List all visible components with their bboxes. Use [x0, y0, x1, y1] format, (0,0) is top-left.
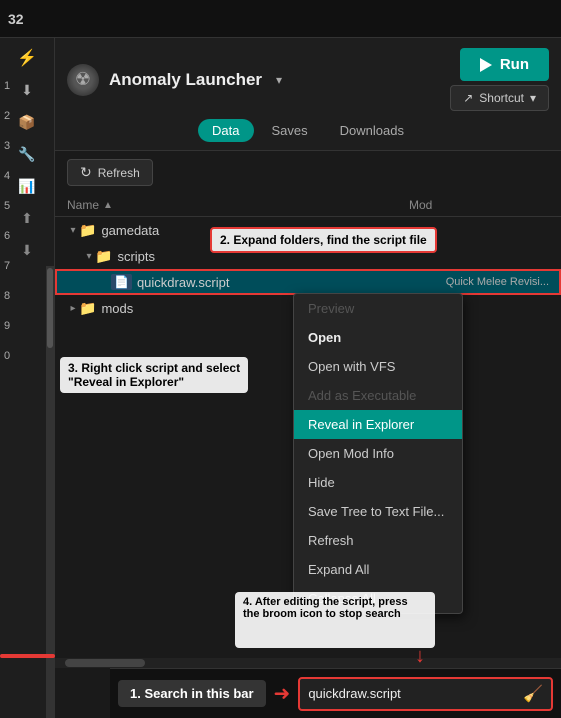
bottom-bar: 1. Search in this bar ➜ quickdraw.script… — [110, 668, 561, 718]
run-button[interactable]: Run — [460, 48, 549, 81]
header-area: ☢ Anomaly Launcher ▾ Run ↗ Shortcut ▾ — [55, 38, 561, 151]
mods-folder-icon: 📁 — [79, 300, 96, 317]
scripts-toggle[interactable]: ▾ — [83, 251, 95, 262]
ctx-open-vfs[interactable]: Open with VFS — [294, 352, 462, 381]
file-tree: ▾ 📁 gamedata ▾ 📁 scripts 📄 quickdraw.scr… — [55, 217, 561, 718]
search-label: 1. Search in this bar — [118, 680, 266, 707]
search-arrow-icon: ➜ — [274, 681, 291, 706]
search-input-value[interactable]: quickdraw.script — [308, 686, 400, 701]
ctx-hide[interactable]: Hide — [294, 468, 462, 497]
gamedata-toggle[interactable]: ▾ — [67, 225, 79, 236]
sidebar-scrollbar[interactable] — [46, 266, 54, 718]
tree-row-scripts[interactable]: ▾ 📁 scripts — [55, 243, 561, 269]
sidebar-num-2: 2 — [4, 110, 10, 122]
top-number: 32 — [8, 11, 24, 27]
sort-icon: ▲ — [103, 200, 113, 211]
refresh-row: ↻ Refresh — [55, 151, 561, 194]
tab-saves[interactable]: Saves — [258, 119, 322, 142]
main-container: ⚡ ⬇ 📦 🔧 📊 ⬆ ⬇ 1 2 3 4 5 6 7 8 9 0 — [0, 38, 561, 718]
context-menu: Preview Open Open with VFS Add as Execut… — [293, 293, 463, 614]
scripts-folder-icon: 📁 — [95, 248, 112, 265]
sidebar-num-1: 1 — [4, 80, 10, 92]
sidebar-item-1[interactable]: ⚡ — [0, 42, 54, 74]
ctx-refresh[interactable]: Refresh — [294, 526, 462, 555]
tree-row-gamedata[interactable]: ▾ 📁 gamedata — [55, 217, 561, 243]
shortcut-dropdown-icon: ▾ — [530, 91, 536, 105]
sidebar-num-8: 8 — [4, 290, 10, 302]
ctx-preview: Preview — [294, 294, 462, 323]
top-bar: 32 — [0, 0, 561, 38]
header-top: ☢ Anomaly Launcher ▾ Run ↗ Shortcut ▾ — [67, 48, 549, 111]
quickdraw-file-icon: 📄 — [111, 274, 132, 290]
refresh-icon: ↻ — [80, 164, 92, 181]
file-tree-header: Name ▲ Mod — [55, 194, 561, 217]
anomaly-icon: ☢ — [75, 69, 91, 90]
launcher-icon: ☢ — [67, 64, 99, 96]
sidebar-scroll-thumb[interactable] — [47, 268, 53, 348]
sidebar-num-6: 6 — [4, 230, 10, 242]
gamedata-label: gamedata — [101, 223, 159, 238]
red-marker — [0, 654, 55, 658]
annotation-step3: 3. Right click script and select "Reveal… — [60, 357, 248, 393]
ctx-expand-all[interactable]: Expand All — [294, 555, 462, 584]
tab-data[interactable]: Data — [198, 119, 253, 142]
horizontal-scrollbar[interactable] — [55, 658, 561, 668]
refresh-button[interactable]: ↻ Refresh — [67, 159, 153, 186]
sidebar-num-3: 3 — [4, 140, 10, 152]
sidebar-num-4: 4 — [4, 170, 10, 182]
h-scrollbar-thumb[interactable] — [65, 659, 145, 667]
left-sidebar: ⚡ ⬇ 📦 🔧 📊 ⬆ ⬇ 1 2 3 4 5 6 7 8 9 0 — [0, 38, 55, 718]
tabs-row: Data Saves Downloads — [67, 119, 549, 142]
shortcut-button[interactable]: ↗ Shortcut ▾ — [450, 85, 549, 111]
mods-label: mods — [101, 301, 133, 316]
ctx-open[interactable]: Open — [294, 323, 462, 352]
col-name-label: Name — [67, 198, 99, 212]
ctx-collapse-all[interactable]: Collapse All — [294, 584, 462, 613]
tab-downloads[interactable]: Downloads — [326, 119, 418, 142]
sidebar-num-9: 9 — [4, 320, 10, 332]
ctx-save-tree[interactable]: Save Tree to Text File... — [294, 497, 462, 526]
sidebar-num-10: 0 — [4, 350, 10, 362]
mods-toggle[interactable]: ▸ — [67, 303, 79, 314]
quickdraw-mod: Quick Melee Revisi... — [446, 276, 549, 288]
launcher-dropdown[interactable]: ▾ — [276, 73, 282, 87]
shortcut-icon: ↗ — [463, 91, 473, 105]
col-mod-header: Mod — [409, 198, 549, 212]
ctx-reveal-explorer[interactable]: Reveal in Explorer — [294, 410, 462, 439]
search-input-box[interactable]: quickdraw.script 🧹 — [298, 677, 553, 711]
tree-row-quickdraw[interactable]: 📄 quickdraw.script Quick Melee Revisi... — [55, 269, 561, 295]
refresh-label: Refresh — [98, 166, 140, 180]
play-icon — [480, 58, 492, 72]
sidebar-num-7: 7 — [4, 260, 10, 272]
sidebar-num-5: 5 — [4, 200, 10, 212]
quickdraw-label: quickdraw.script — [137, 275, 229, 290]
header-buttons: Run ↗ Shortcut ▾ — [450, 48, 549, 111]
launcher-name: Anomaly Launcher — [109, 70, 262, 90]
ctx-open-mod-info[interactable]: Open Mod Info — [294, 439, 462, 468]
gamedata-folder-icon: 📁 — [79, 222, 96, 239]
launcher-info: ☢ Anomaly Launcher ▾ — [67, 64, 282, 96]
col-name-header: Name ▲ — [67, 198, 409, 212]
shortcut-label: Shortcut — [479, 91, 524, 105]
ctx-add-executable: Add as Executable — [294, 381, 462, 410]
broom-icon[interactable]: 🧹 — [523, 684, 543, 704]
run-label: Run — [500, 56, 529, 73]
scripts-label: scripts — [117, 249, 155, 264]
right-content: ☢ Anomaly Launcher ▾ Run ↗ Shortcut ▾ — [55, 38, 561, 718]
